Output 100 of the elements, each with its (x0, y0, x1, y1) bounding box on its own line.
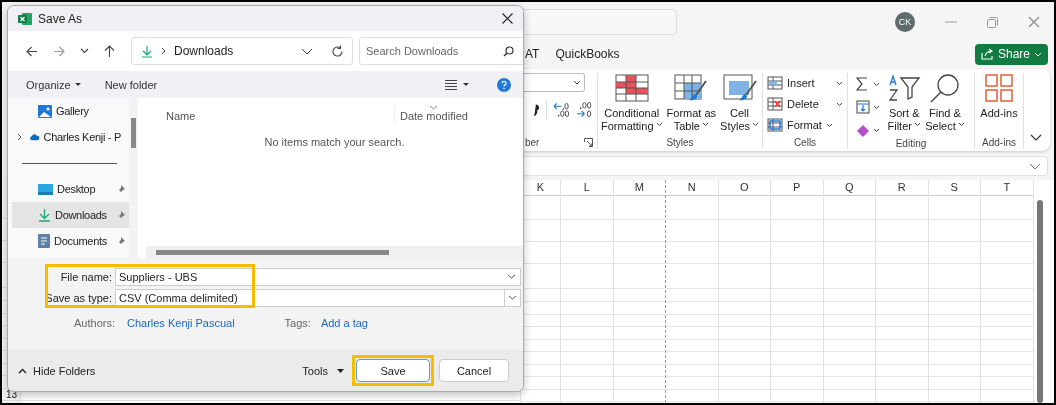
image-icon (38, 104, 52, 118)
chevron-icon (18, 367, 27, 374)
chevron-icon (701, 122, 709, 127)
ribbon-button[interactable]: Delete (767, 96, 843, 112)
sort-filter-icon (887, 73, 922, 103)
address-bar[interactable]: Downloads (131, 37, 353, 65)
file-name-field[interactable]: Suppliers - UBS (115, 267, 521, 286)
group-label: Add-ins (982, 136, 1016, 148)
group-label: Cells (793, 136, 817, 148)
comma-style-icon[interactable] (533, 103, 541, 117)
chevron-icon (507, 274, 516, 279)
chevron-icon (655, 122, 663, 127)
ribbon-button[interactable]: Insert (767, 75, 843, 91)
highlighted-grid-icon (613, 73, 650, 103)
group-label: ber (525, 136, 540, 148)
chevron-icon (161, 47, 166, 55)
close-icon[interactable] (502, 13, 513, 24)
caret-icon (337, 368, 344, 373)
increase-decimal-icon[interactable] (553, 101, 571, 119)
organize-menu[interactable]: Organize (26, 78, 81, 91)
ribbon-tab[interactable]: AT (525, 44, 540, 64)
navigation-item[interactable]: Documents (12, 228, 129, 254)
field-label: Tags: (284, 317, 311, 329)
download-icon (38, 208, 51, 222)
navigation-item[interactable]: Gallery (12, 98, 129, 124)
ribbon-tab[interactable]: QuickBooks (555, 44, 620, 64)
ribbon-button[interactable]: Conditional Formatting (599, 73, 664, 133)
group-label: Editing (895, 137, 927, 149)
add-tag-link[interactable]: Add a tag (320, 317, 368, 329)
ribbon-button[interactable]: Sort & Filter (886, 73, 923, 133)
decrease-decimal-icon[interactable] (576, 101, 593, 119)
expand-icon[interactable] (16, 133, 22, 141)
refresh-icon[interactable] (331, 44, 344, 58)
chevron-icon (913, 122, 921, 127)
hide-folders-button[interactable]: Hide Folders (18, 364, 96, 377)
share-icon (980, 48, 994, 60)
column-header[interactable]: O (718, 180, 770, 196)
desktop-icon (38, 183, 53, 195)
column-header[interactable]: Name (146, 110, 394, 124)
file-type-dropdown[interactable]: CSV (Comma delimited) (115, 288, 505, 307)
field-label: File name: (59, 270, 113, 283)
field-label: Authors: (74, 317, 115, 329)
ribbon-button[interactable]: Format (767, 117, 843, 133)
cloud-icon (30, 132, 40, 142)
caret-icon (74, 82, 81, 87)
document-icon (38, 234, 50, 248)
chevron-icon (825, 122, 833, 128)
column-header[interactable]: Q (823, 180, 875, 196)
up-icon[interactable] (104, 45, 115, 57)
column-header[interactable]: Date modified (394, 105, 468, 124)
dialog-launcher-icon[interactable] (584, 137, 593, 147)
author-link[interactable]: Charles Kenji Pascual (126, 317, 235, 329)
dialog-title: Save As (38, 11, 83, 26)
spreadsheet-app-icon (18, 11, 32, 26)
column-header[interactable]: S (928, 180, 980, 196)
caret-icon[interactable] (463, 82, 469, 87)
ribbon-button[interactable]: Format as Table (665, 73, 718, 133)
navigation-item[interactable]: Charles Kenji - P (12, 124, 129, 150)
view-options-icon[interactable] (445, 79, 457, 90)
restore-icon[interactable] (987, 16, 998, 28)
column-header[interactable]: R (876, 180, 928, 196)
search-field[interactable]: Search Downloads (359, 37, 523, 65)
ribbon-button[interactable]: Add-ins (979, 73, 1019, 120)
navigation-item[interactable]: Downloads (12, 202, 129, 228)
tools-menu[interactable]: Tools (302, 364, 344, 377)
scrollbar[interactable] (146, 246, 523, 258)
chevron-icon (508, 295, 517, 300)
column-header[interactable]: N (666, 180, 718, 196)
magnifier-icon (928, 73, 962, 103)
cancel-button[interactable]: Cancel (439, 359, 509, 382)
column-header[interactable]: T (981, 180, 1033, 196)
download-icon (141, 44, 153, 58)
back-icon[interactable] (26, 45, 38, 57)
ribbon-button[interactable]: Cell Styles (719, 73, 761, 133)
grid-icon (767, 118, 783, 132)
column-header[interactable]: L (561, 180, 613, 196)
sort-chevron-icon (429, 105, 439, 110)
save-button[interactable]: Save (356, 359, 430, 382)
column-header[interactable]: P (771, 180, 823, 196)
chevron-icon (573, 80, 581, 85)
forward-icon[interactable] (53, 45, 65, 57)
grid-icon (767, 97, 783, 111)
group-label: Styles (666, 136, 694, 148)
four-squares-icon (984, 73, 1014, 103)
chevron-icon[interactable] (301, 47, 313, 55)
chevron-icon (752, 122, 760, 127)
help-icon[interactable] (497, 77, 511, 92)
chevron-icon (1034, 51, 1042, 57)
column-header[interactable]: M (613, 180, 665, 196)
share-button[interactable]: Share (974, 43, 1048, 65)
user-avatar[interactable]: CK (895, 12, 915, 32)
navigation-item[interactable]: Desktop (12, 176, 129, 202)
chevron-icon[interactable] (1029, 162, 1041, 170)
new-folder-button[interactable]: New folder (104, 78, 158, 91)
ribbon-button[interactable]: Find & Select (924, 73, 966, 133)
recent-locations-icon[interactable] (80, 48, 89, 54)
chevron-icon (836, 101, 843, 107)
collapse-ribbon-icon[interactable] (1030, 134, 1042, 141)
empty-message: No items match your search. (263, 136, 406, 148)
chevron-icon (836, 80, 843, 86)
